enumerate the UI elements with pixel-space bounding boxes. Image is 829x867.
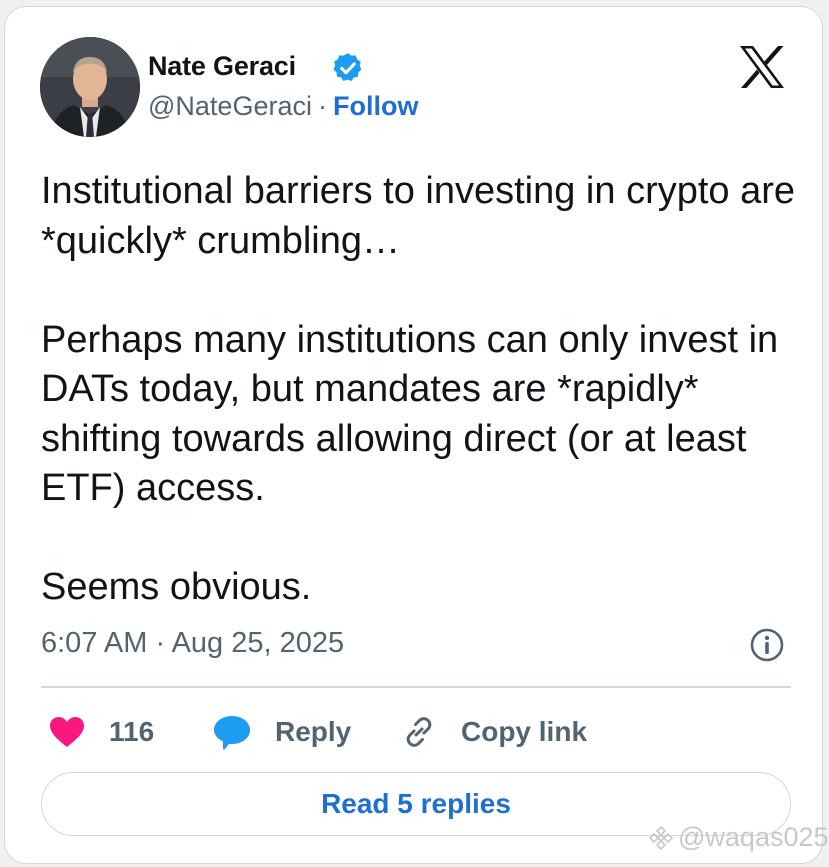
- heart-icon: [50, 717, 84, 747]
- copy-link-label: Copy link: [461, 716, 588, 747]
- author-name[interactable]: Nate Geraci: [148, 51, 296, 82]
- watermark: @waqas025: [648, 822, 829, 853]
- tweet-card: Nate Geraci @NateGeraci · Follow Instituti…: [4, 6, 823, 864]
- tweet-text: Institutional barriers to investing in c…: [41, 167, 801, 613]
- action-bar: 116 Reply Copy link: [41, 707, 801, 757]
- tweet-paragraph: Perhaps many institutions can only inves…: [41, 318, 779, 510]
- watermark-text: @waqas025: [678, 822, 829, 852]
- reply-button[interactable]: Reply: [213, 707, 351, 757]
- like-button[interactable]: 116: [49, 707, 154, 757]
- info-icon[interactable]: [749, 627, 785, 663]
- reply-bubble-icon: [214, 716, 250, 750]
- follow-button[interactable]: Follow: [333, 91, 418, 121]
- copy-link-button[interactable]: Copy link: [401, 707, 587, 757]
- verified-badge-icon: [333, 53, 362, 82]
- x-logo-icon[interactable]: [738, 45, 786, 89]
- author-handle[interactable]: @NateGeraci: [148, 91, 312, 121]
- link-icon: [406, 717, 432, 747]
- divider: [41, 686, 791, 688]
- binance-logo-icon: [648, 825, 674, 850]
- tweet-timestamp[interactable]: 6:07 AM · Aug 25, 2025: [41, 627, 344, 660]
- reply-label: Reply: [275, 716, 352, 747]
- like-count: 116: [109, 716, 155, 747]
- tweet-paragraph: Seems obvious.: [41, 566, 312, 608]
- tweet-paragraph: Institutional barriers to investing in c…: [41, 170, 796, 262]
- avatar[interactable]: [40, 37, 140, 137]
- handle-line: @NateGeraci · Follow: [148, 91, 418, 122]
- separator-dot: ·: [317, 91, 327, 121]
